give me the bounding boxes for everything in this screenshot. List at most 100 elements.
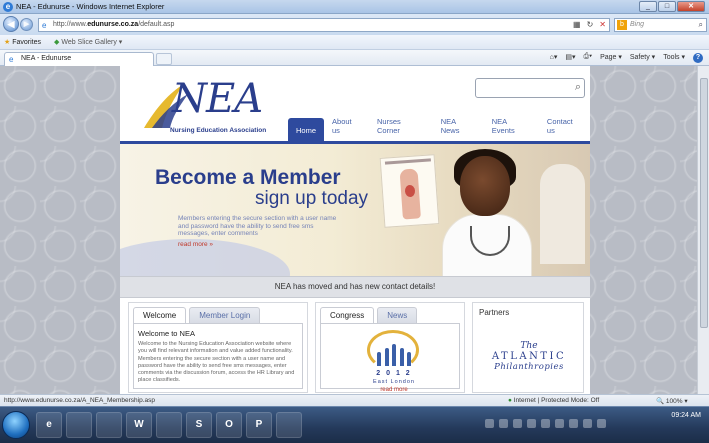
taskbar-ie-icon[interactable]: e (36, 412, 62, 438)
congress-year: 2 0 1 2 (376, 370, 412, 377)
nurse-photo (430, 144, 590, 276)
congress-location: East London (373, 379, 415, 385)
window-title: NEA - Edunurse - Windows Internet Explor… (16, 2, 165, 11)
print-icon[interactable]: ⎙▾ (584, 53, 593, 63)
nav-home[interactable]: Home (288, 118, 325, 141)
taskbar-acrobat-icon[interactable] (156, 412, 182, 438)
taskbar-apps: e W S O P (36, 412, 302, 438)
tray-icons (485, 419, 606, 428)
nav-nea-news[interactable]: NEA News (433, 117, 484, 141)
tray-app-icon[interactable] (569, 419, 578, 428)
safety-menu[interactable]: Safety ▾ (630, 53, 655, 63)
compatibility-icon[interactable]: ▦ (573, 20, 581, 29)
welcome-panel: Welcome to NEA Welcome to the Nursing Ed… (133, 323, 303, 389)
vertical-scrollbar[interactable] (697, 66, 709, 394)
tray-app-icon[interactable] (541, 419, 550, 428)
tray-volume-icon[interactable] (499, 419, 508, 428)
congress-people-icon (377, 342, 411, 366)
notice-bar[interactable]: NEA has moved and has new contact detail… (120, 276, 590, 298)
site-search: ⌕ (475, 78, 585, 98)
taskbar-app-icon[interactable] (276, 412, 302, 438)
welcome-column: Welcome Member Login Welcome to NEA Welc… (128, 302, 308, 393)
browser-tab[interactable]: e NEA - Edunurse (4, 52, 154, 66)
maximize-button[interactable]: □ (658, 1, 676, 12)
page-menu[interactable]: Page ▾ (600, 53, 622, 63)
taskbar-word-icon[interactable]: W (126, 412, 152, 438)
taskbar-folder-icon[interactable] (96, 412, 122, 438)
site-search-input[interactable] (480, 80, 568, 96)
nav-contact-us[interactable]: Contact us (539, 117, 590, 141)
search-icon[interactable]: ⌕ (699, 20, 703, 30)
start-button[interactable] (2, 411, 30, 439)
tab-command-bar: e NEA - Edunurse ⌂▾ ▤▾ ⎙▾ Page ▾ Safety … (0, 50, 709, 66)
tray-network-icon[interactable] (485, 419, 494, 428)
welcome-heading: Welcome to NEA (138, 329, 195, 338)
web-slice-icon: ◆ (54, 39, 60, 46)
tray-app-icon[interactable] (555, 419, 564, 428)
website: NEA Nursing Education Association ⌕ Home… (120, 66, 590, 394)
tools-menu[interactable]: Tools ▾ (663, 53, 685, 63)
minimize-button[interactable]: _ (639, 1, 657, 12)
windows-taskbar: e W S O P 09:24 AM (0, 406, 709, 443)
taskbar-media-icon[interactable] (66, 412, 92, 438)
tray-app-icon[interactable] (583, 419, 592, 428)
star-icon: ★ (4, 39, 11, 46)
partner-name: ATLANTIC (491, 351, 567, 362)
taskbar-outlook-icon[interactable]: O (216, 412, 242, 438)
tab-news[interactable]: News (377, 307, 418, 323)
security-zone[interactable]: ● Internet | Protected Mode: Off (508, 397, 599, 404)
page-viewport: NEA Nursing Education Association ⌕ Home… (0, 66, 709, 394)
address-url[interactable]: http://www.edunurse.co.za/default.asp (53, 21, 174, 28)
main-nav: Home About us Nurses Corner NEA News NEA… (288, 115, 590, 141)
banner-read-more-link[interactable]: read more » (178, 241, 213, 248)
tray-app-icon[interactable] (597, 419, 606, 428)
membership-banner[interactable]: Become a Member sign up today Members en… (120, 144, 590, 276)
home-icon[interactable]: ⌂▾ (550, 53, 558, 63)
partners-title: Partners (479, 308, 510, 317)
congress-read-more-link[interactable]: read more (359, 387, 429, 393)
command-bar: ⌂▾ ▤▾ ⎙▾ Page ▾ Safety ▾ Tools ▾ ? (550, 53, 703, 63)
tab-label: NEA - Edunurse (21, 55, 72, 62)
tab-welcome[interactable]: Welcome (133, 307, 187, 323)
nav-nea-events[interactable]: NEA Events (484, 117, 539, 141)
logo-text: NEA (172, 76, 263, 122)
help-icon[interactable]: ? (693, 53, 703, 63)
window-titlebar: e NEA - Edunurse - Windows Internet Expl… (0, 0, 709, 14)
tray-flag-icon[interactable] (513, 419, 522, 428)
favorites-bar: ★ Favorites ◆ Web Slice Gallery ▾ (0, 35, 709, 50)
address-tools: ▦ ↻ ✕ (573, 20, 606, 29)
search-icon[interactable]: ⌕ (575, 81, 581, 94)
tab-favicon-icon: e (9, 55, 14, 64)
search-placeholder: Bing (630, 21, 645, 28)
tray-app-icon[interactable] (527, 419, 536, 428)
taskbar-publisher-icon[interactable]: P (246, 412, 272, 438)
nav-about-us[interactable]: About us (324, 117, 369, 141)
web-slice-gallery-link[interactable]: ◆ Web Slice Gallery ▾ (54, 38, 122, 46)
partner-sub: Philanthropies (494, 362, 564, 372)
address-toolbar: ◀ ▶ e http://www.edunurse.co.za/default.… (0, 14, 709, 35)
favorites-button[interactable]: ★ Favorites (4, 38, 41, 46)
atlantic-philanthropies-logo[interactable]: The ATLANTIC Philanthropies (477, 341, 581, 372)
banner-headline: Become a Member (155, 166, 341, 189)
tab-congress[interactable]: Congress (320, 307, 375, 323)
search-box[interactable]: b Bing ⌕ (614, 18, 707, 32)
nav-nurses-corner[interactable]: Nurses Corner (369, 117, 433, 141)
taskbar-clock[interactable]: 09:24 AM (671, 412, 701, 419)
forward-button[interactable]: ▶ (20, 18, 33, 31)
scrollbar-thumb[interactable] (700, 78, 708, 328)
globe-icon: ● (508, 397, 512, 404)
refresh-icon[interactable]: ↻ (587, 20, 594, 29)
logo-tagline: Nursing Education Association (170, 127, 267, 134)
address-field[interactable]: e http://www.edunurse.co.za/default.asp … (38, 18, 610, 32)
window-controls: _ □ ✕ (639, 1, 705, 12)
congress-logo[interactable]: 2 0 1 2 East London read more (359, 330, 429, 394)
tab-member-login[interactable]: Member Login (189, 307, 261, 323)
taskbar-skype-icon[interactable]: S (186, 412, 212, 438)
feeds-icon[interactable]: ▤▾ (565, 53, 575, 63)
stop-icon[interactable]: ✕ (599, 20, 606, 29)
nea-logo[interactable]: NEA Nursing Education Association (142, 74, 292, 138)
zoom-level[interactable]: 🔍 100% ▾ (656, 397, 688, 405)
new-tab-button[interactable] (156, 53, 172, 65)
close-button[interactable]: ✕ (677, 1, 705, 12)
back-button[interactable]: ◀ (3, 16, 19, 32)
